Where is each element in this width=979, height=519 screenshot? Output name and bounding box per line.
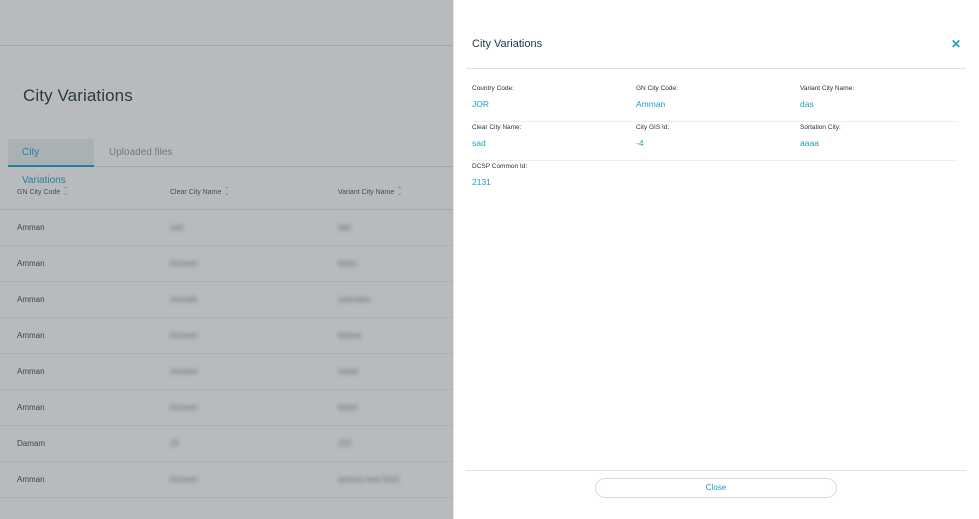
- field-variant-city-name: Variant City Name: das: [800, 85, 960, 109]
- field-value: JOR: [472, 99, 489, 109]
- field-label: Variant City Name:: [800, 85, 855, 92]
- field-country-code: Country Code: JOR: [472, 85, 632, 109]
- field-gn-city-code: GN City Code: Amman: [636, 85, 796, 109]
- field-value: Amman: [636, 99, 666, 109]
- field-value: aaaa: [800, 138, 819, 148]
- divider: [466, 470, 966, 471]
- divider: [472, 160, 958, 161]
- field-city-gis-id: City GIS Id: -4: [636, 124, 796, 148]
- field-label: City GIS Id:: [636, 124, 670, 131]
- divider: [466, 68, 966, 69]
- field-sortation-city: Sortation City: aaaa: [800, 124, 960, 148]
- field-clear-city-name: Clear City Name: sad: [472, 124, 632, 148]
- field-value: sad: [472, 138, 486, 148]
- details-drawer: City Variations ✕ Country Code: JOR GN C…: [453, 0, 979, 519]
- close-icon[interactable]: ✕: [950, 38, 962, 50]
- close-button[interactable]: Close: [595, 478, 837, 498]
- divider: [472, 121, 958, 122]
- field-label: Clear City Name:: [472, 124, 522, 131]
- field-dcsp-common-id: DCSP Common Id: 2131: [472, 163, 632, 187]
- field-value: das: [800, 99, 814, 109]
- field-label: Country Code:: [472, 85, 514, 92]
- field-label: DCSP Common Id:: [472, 163, 528, 170]
- modal-overlay[interactable]: [0, 0, 453, 519]
- field-value: -4: [636, 138, 644, 148]
- drawer-title: City Variations: [472, 38, 543, 50]
- field-value: 2131: [472, 177, 491, 187]
- field-label: Sortation City:: [800, 124, 841, 131]
- field-label: GN City Code:: [636, 85, 678, 92]
